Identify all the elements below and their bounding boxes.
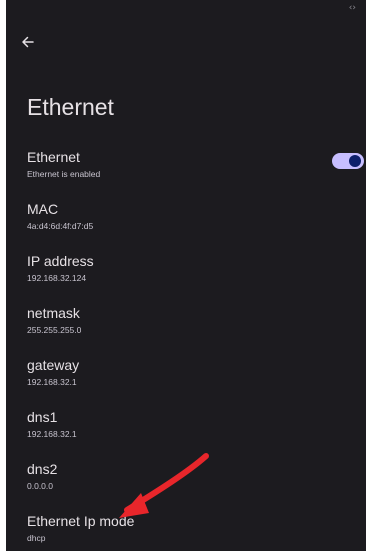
dns1-row[interactable]: dns1 192.168.32.1 [6, 405, 366, 457]
back-button[interactable] [16, 30, 40, 54]
setting-title: netmask [27, 305, 80, 321]
setting-title: MAC [27, 201, 59, 217]
gateway-row[interactable]: gateway 192.168.32.1 [6, 353, 366, 405]
setting-title: gateway [27, 357, 80, 373]
toggle-thumb [349, 155, 361, 167]
setting-summary: dhcp [27, 533, 46, 543]
ip-address-row[interactable]: IP address 192.168.32.124 [6, 249, 366, 301]
dns2-row[interactable]: dns2 0.0.0.0 [6, 457, 366, 509]
status-indicator: ‹› [348, 3, 356, 13]
setting-summary: 0.0.0.0 [27, 481, 53, 491]
setting-summary: 255.255.255.0 [27, 325, 82, 335]
page-title: Ethernet [27, 94, 114, 120]
setting-title: Ethernet Ip mode [27, 513, 135, 529]
setting-title: Ethernet [27, 149, 80, 165]
ethernet-toggle-row[interactable]: Ethernet Ethernet is enabled [6, 145, 366, 197]
netmask-row[interactable]: netmask 255.255.255.0 [6, 301, 366, 353]
mac-row[interactable]: MAC 4a:d4:6d:4f:d7:d5 [6, 197, 366, 249]
arrow-left-icon [22, 36, 34, 48]
setting-summary: 192.168.32.1 [27, 429, 77, 439]
setting-summary: Ethernet is enabled [27, 169, 101, 179]
ethernet-settings-screen: ‹› Ethernet Ethernet Ethernet is enabled… [6, 0, 366, 551]
ethernet-ip-mode-row[interactable]: Ethernet Ip mode dhcp [6, 509, 366, 551]
settings-list: Ethernet Ethernet is enabled MAC 4a:d4:6… [6, 145, 366, 551]
setting-title: dns2 [27, 461, 58, 477]
setting-summary: 192.168.32.1 [27, 377, 77, 387]
setting-summary: 4a:d4:6d:4f:d7:d5 [27, 221, 94, 231]
ethernet-toggle-switch[interactable] [332, 153, 364, 169]
setting-summary: 192.168.32.124 [27, 273, 87, 283]
setting-title: dns1 [27, 409, 58, 425]
setting-title: IP address [27, 253, 94, 269]
